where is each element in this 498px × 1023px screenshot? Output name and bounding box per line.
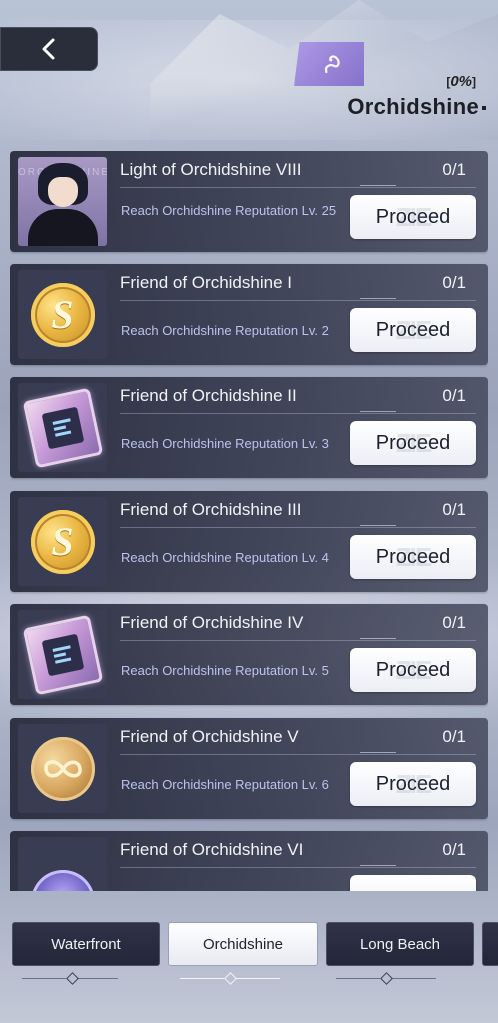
reward-thumbnail[interactable] (18, 383, 107, 472)
task-description: Reach Orchidshine Reputation Lv. 25 (121, 203, 337, 218)
task-description: Reach Orchidshine Reputation Lv. 3 (121, 436, 329, 451)
memory-chip-icon (22, 387, 103, 468)
chevron-left-icon (42, 38, 55, 60)
task-title: Friend of Orchidshine VI (120, 840, 304, 859)
tab-orchidshine[interactable]: Orchidshine (168, 922, 318, 966)
task-card: Friend of Orchidshine II 0/1 Reach Orchi… (10, 377, 488, 478)
tab-long-beach[interactable]: Long Beach (326, 922, 474, 966)
memory-chip-icon (22, 614, 103, 695)
task-title: Friend of Orchidshine IV (120, 613, 304, 632)
task-title: Light of Orchidshine VIII (120, 160, 302, 179)
reward-thumbnail[interactable] (18, 724, 107, 813)
swan-emblem-icon (294, 42, 364, 86)
proceed-button[interactable]: ZIE Proceed (350, 308, 476, 352)
task-description: Reach Orchidshine Reputation Lv. 6 (121, 777, 329, 792)
task-card: Friend of Orchidshine VI 0/1 (10, 831, 488, 891)
divider (78, 978, 118, 979)
tab-indicator-active (224, 972, 237, 985)
reward-thumbnail[interactable]: S (18, 497, 107, 586)
gold-coin-icon: S (30, 509, 95, 574)
task-count: 0/1 (442, 273, 466, 292)
divider (120, 865, 476, 868)
task-card: S Friend of Orchidshine III 0/1 Reach Or… (10, 491, 488, 592)
proceed-button[interactable]: ZIE Proceed (350, 535, 476, 579)
divider (120, 638, 476, 641)
task-title: Friend of Orchidshine II (120, 386, 297, 405)
task-count: 0/1 (442, 160, 466, 179)
task-description: Reach Orchidshine Reputation Lv. 4 (121, 550, 329, 565)
task-count: 0/1 (442, 840, 466, 859)
reward-thumbnail[interactable]: S (18, 270, 107, 359)
task-description: Reach Orchidshine Reputation Lv. 2 (121, 323, 329, 338)
tab-indicator (380, 972, 393, 985)
divider (120, 411, 476, 414)
proceed-button[interactable] (350, 875, 476, 891)
back-button[interactable] (0, 27, 98, 71)
region-title: Orchidshine (347, 94, 486, 120)
divider (236, 978, 280, 979)
divider (120, 525, 476, 528)
divider (392, 978, 436, 979)
tab-waterfront[interactable]: Waterfront (12, 922, 160, 966)
proceed-button[interactable]: ZIE Proceed (350, 762, 476, 806)
task-count: 0/1 (442, 500, 466, 519)
infinity-token-icon (30, 736, 95, 801)
task-card: Friend of Orchidshine V 0/1 Reach Orchid… (10, 718, 488, 819)
divider (120, 185, 476, 188)
task-title: Friend of Orchidshine V (120, 727, 299, 746)
divider (120, 298, 476, 301)
divider (22, 978, 66, 979)
divider (120, 752, 476, 755)
task-list[interactable]: ORCHIDSHINE Light of Orchidshine VIII 0/… (10, 151, 488, 891)
task-card: Friend of Orchidshine IV 0/1 Reach Orchi… (10, 604, 488, 705)
reward-thumbnail[interactable] (18, 610, 107, 699)
task-description: Reach Orchidshine Reputation Lv. 5 (121, 663, 329, 678)
proceed-button[interactable]: ZIE Proceed (350, 648, 476, 692)
task-title: Friend of Orchidshine III (120, 500, 302, 519)
task-title: Friend of Orchidshine I (120, 273, 292, 292)
task-card: ORCHIDSHINE Light of Orchidshine VIII 0/… (10, 151, 488, 252)
proceed-button[interactable]: ZIE Proceed (350, 195, 476, 239)
proceed-button[interactable]: ZIE Proceed (350, 421, 476, 465)
reward-thumbnail[interactable]: ORCHIDSHINE (18, 157, 107, 246)
divider (336, 978, 380, 979)
tab-indicator (66, 972, 79, 985)
task-count: 0/1 (442, 727, 466, 746)
task-count: 0/1 (442, 613, 466, 632)
tab-overflow[interactable] (482, 922, 498, 966)
reward-thumbnail[interactable] (18, 837, 107, 891)
character-portrait-icon: ORCHIDSHINE (18, 157, 107, 246)
gold-coin-icon: S (30, 282, 95, 347)
region-tab-bar: Waterfront Orchidshine Long Beach (0, 895, 498, 1023)
task-card: S Friend of Orchidshine I 0/1 Reach Orch… (10, 264, 488, 365)
region-progress: [0%] (446, 73, 476, 90)
purple-orb-icon (30, 869, 95, 891)
task-count: 0/1 (442, 386, 466, 405)
divider (180, 978, 224, 979)
